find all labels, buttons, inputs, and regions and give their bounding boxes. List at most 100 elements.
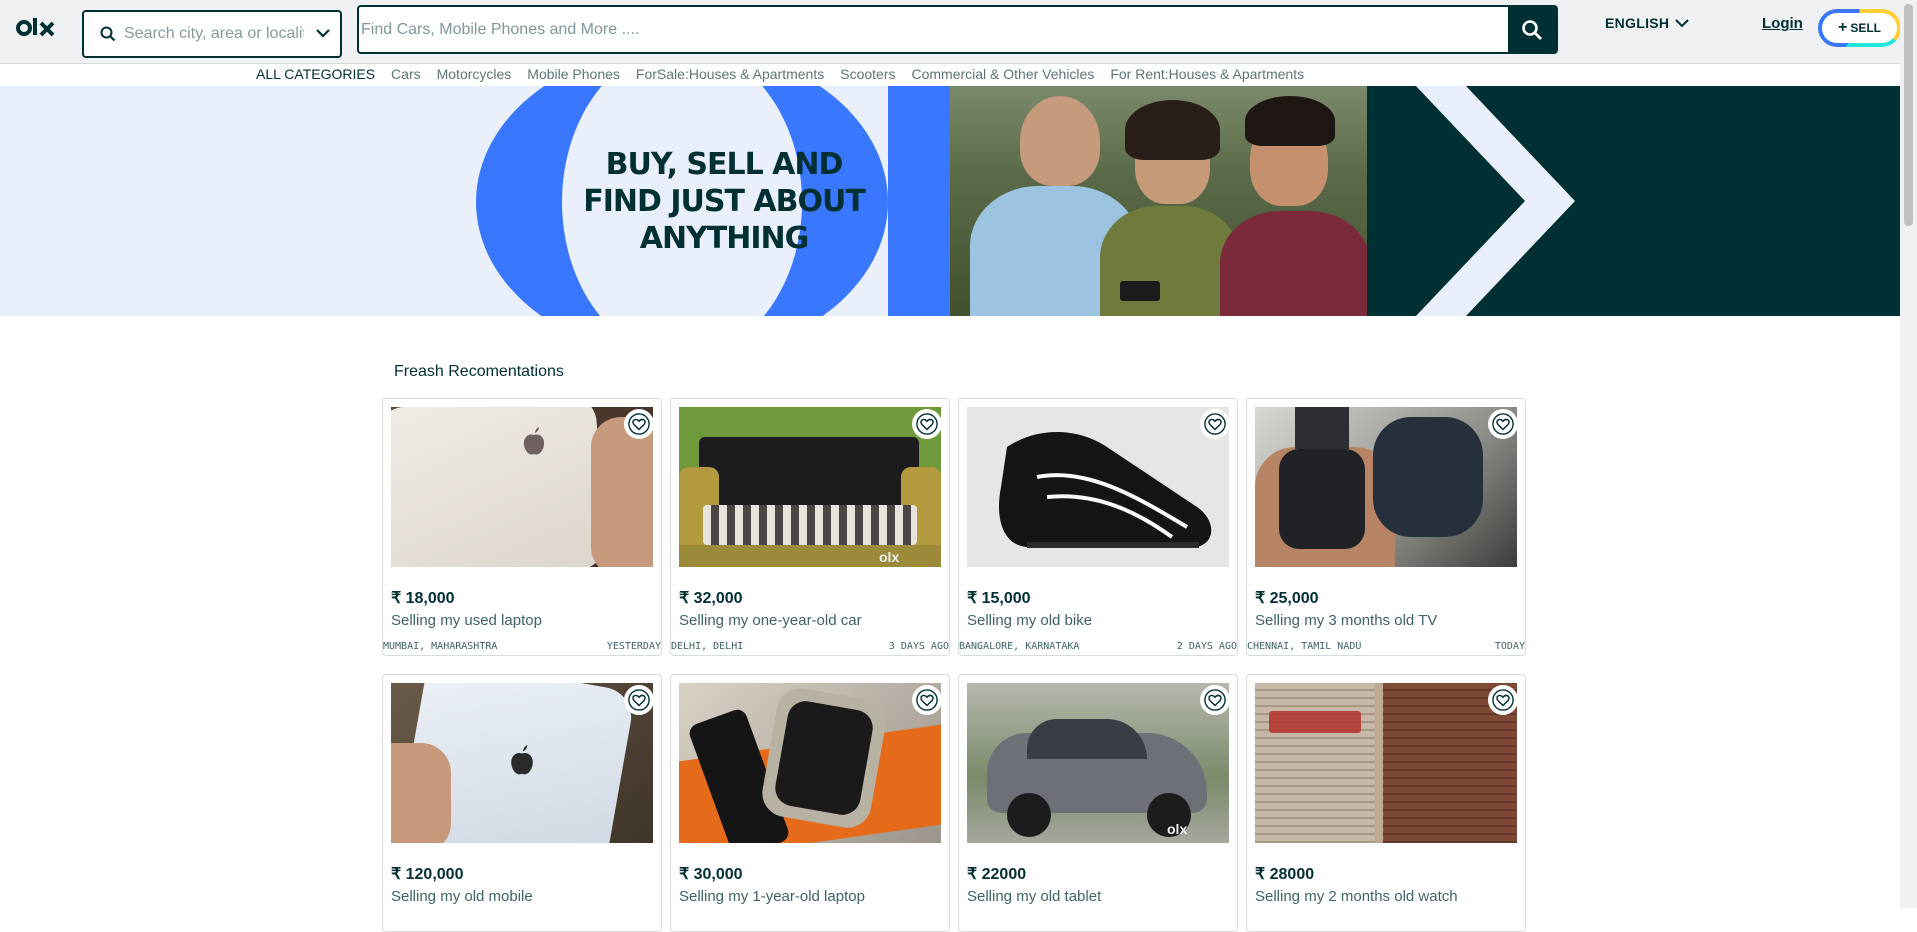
listing-image[interactable] xyxy=(967,407,1229,567)
listing-location: DELHI, DELHI xyxy=(671,641,744,652)
section-title: Freash Recomentations xyxy=(394,363,564,380)
category-item-cars[interactable]: Cars xyxy=(391,66,421,82)
sell-button[interactable]: + SELL xyxy=(1818,9,1901,47)
heart-icon xyxy=(628,689,650,711)
language-selector[interactable]: ENGLISH xyxy=(1605,15,1690,31)
listing-price: ₹ 120,000 xyxy=(391,866,464,883)
favorite-button[interactable] xyxy=(912,409,942,439)
listing-price: ₹ 18,000 xyxy=(391,590,455,607)
apple-logo-icon xyxy=(511,745,533,775)
banner-person-1 xyxy=(1020,96,1100,186)
listing-price: ₹ 32,000 xyxy=(679,590,743,607)
listing-title: Selling my old mobile xyxy=(391,888,533,905)
favorite-button[interactable] xyxy=(1488,409,1518,439)
listing-price: ₹ 22000 xyxy=(967,866,1027,883)
login-link[interactable]: Login xyxy=(1762,15,1803,32)
listing-card[interactable]: ₹ 15,000 Selling my old bike BANGALORE, … xyxy=(958,398,1238,656)
olx-watermark: olx xyxy=(879,549,900,565)
listing-date: TODAY xyxy=(1494,641,1525,652)
category-item-motorcycles[interactable]: Motorcycles xyxy=(437,66,512,82)
listing-card[interactable]: olx ₹ 22000 Selling my old tablet xyxy=(958,674,1238,932)
listing-image[interactable]: olx xyxy=(679,407,941,567)
search-button[interactable] xyxy=(1508,7,1556,52)
olx-watermark: olx xyxy=(1167,821,1188,837)
phone-icon xyxy=(1120,281,1160,301)
phone-back-shape xyxy=(391,407,607,567)
favorite-button[interactable] xyxy=(912,685,942,715)
olx-logo[interactable] xyxy=(16,13,62,43)
listing-title: Selling my 1-year-old laptop xyxy=(679,888,865,905)
heart-icon xyxy=(1492,689,1514,711)
listing-card[interactable]: olx ₹ 32,000 Selling my one-year-old car… xyxy=(670,398,950,656)
listing-card[interactable]: ₹ 28000 Selling my 2 months old watch xyxy=(1246,674,1526,932)
favorite-button[interactable] xyxy=(1200,685,1230,715)
category-item-houses-for-rent[interactable]: For Rent:Houses & Apartments xyxy=(1110,66,1304,82)
listing-card[interactable]: ₹ 18,000 Selling my used laptop MUMBAI, … xyxy=(382,398,662,656)
sofa-seat xyxy=(703,505,917,545)
hand-shape xyxy=(591,417,653,567)
all-categories-menu[interactable]: ALL CATEGORIES xyxy=(256,66,375,82)
airpods-case xyxy=(1373,417,1483,537)
chevron-down-icon xyxy=(1675,19,1690,28)
banner-line-1: BUY, SELL AND xyxy=(605,147,844,182)
language-label: ENGLISH xyxy=(1605,15,1670,31)
search-icon xyxy=(1522,19,1542,40)
heart-icon xyxy=(1204,413,1226,435)
category-item-mobile-phones[interactable]: Mobile Phones xyxy=(527,66,620,82)
sofa-back-shape xyxy=(699,437,919,507)
category-item-commercial-vehicles[interactable]: Commercial & Other Vehicles xyxy=(911,66,1094,82)
favorite-button[interactable] xyxy=(624,685,654,715)
sell-label: SELL xyxy=(1850,21,1881,35)
hand-shape xyxy=(391,743,451,843)
category-item-scooters[interactable]: Scooters xyxy=(840,66,895,82)
apple-logo-icon xyxy=(523,427,545,455)
heart-icon xyxy=(1492,413,1514,435)
watch-shape xyxy=(1279,449,1365,549)
listing-image[interactable] xyxy=(1255,683,1517,843)
plus-icon: + xyxy=(1837,19,1848,36)
heart-icon xyxy=(1204,689,1226,711)
banner-photo xyxy=(950,86,1367,316)
listing-image[interactable] xyxy=(1255,407,1517,567)
category-bar: ALL CATEGORIES Cars Motorcycles Mobile P… xyxy=(0,64,1900,86)
favorite-button[interactable] xyxy=(1488,685,1518,715)
listing-image[interactable]: olx xyxy=(967,683,1229,843)
banner-line-3: ANYTHING xyxy=(639,221,810,256)
location-input[interactable] xyxy=(124,25,304,43)
shop-sign-mark xyxy=(1269,711,1361,733)
sofa-base xyxy=(679,545,941,567)
listing-title: Selling my one-year-old car xyxy=(679,612,862,629)
listing-card[interactable]: ₹ 120,000 Selling my old mobile xyxy=(382,674,662,932)
banner-person-3-body xyxy=(1220,211,1367,316)
listing-location: CHENNAI, TAMIL NADU xyxy=(1247,641,1362,652)
shoe-illustration xyxy=(998,432,1212,548)
favorite-button[interactable] xyxy=(1200,409,1230,439)
search-input[interactable] xyxy=(359,7,1508,52)
listing-title: Selling my old bike xyxy=(967,612,1093,629)
chevron-down-icon[interactable] xyxy=(314,24,332,47)
location-selector[interactable] xyxy=(82,10,342,58)
favorite-button[interactable] xyxy=(624,409,654,439)
listing-image[interactable] xyxy=(391,683,653,843)
banner-headline: BUY, SELL AND FIND JUST ABOUT ANYTHING xyxy=(576,146,872,257)
listing-image[interactable] xyxy=(391,407,653,567)
banner-person-3-hair xyxy=(1245,96,1335,146)
listing-title: Selling my old tablet xyxy=(967,888,1102,905)
listing-title: Selling my 2 months old watch xyxy=(1255,888,1458,905)
banner-person-2-hair xyxy=(1125,100,1220,160)
listing-card[interactable]: ₹ 25,000 Selling my 3 months old TV CHEN… xyxy=(1246,398,1526,656)
sell-button-inner: + SELL xyxy=(1822,13,1897,43)
listing-location: MUMBAI, MAHARASHTRA xyxy=(383,641,498,652)
chevron-right-icon xyxy=(1415,86,1575,316)
category-item-houses-for-sale[interactable]: ForSale:Houses & Apartments xyxy=(636,66,824,82)
listing-date: 3 DAYS AGO xyxy=(888,641,949,652)
listing-image[interactable] xyxy=(679,683,941,843)
top-header: ENGLISH Login + SELL xyxy=(0,0,1901,64)
watch-strap xyxy=(1295,407,1349,449)
listing-card[interactable]: ₹ 30,000 Selling my 1-year-old laptop xyxy=(670,674,950,932)
listing-grid: ₹ 18,000 Selling my used laptop MUMBAI, … xyxy=(382,398,1526,932)
hero-banner[interactable]: BUY, SELL AND FIND JUST ABOUT ANYTHING xyxy=(0,86,1900,316)
scrollbar-thumb[interactable] xyxy=(1904,4,1913,226)
listing-price: ₹ 28000 xyxy=(1255,866,1315,883)
page-scrollbar[interactable] xyxy=(1900,0,1917,908)
